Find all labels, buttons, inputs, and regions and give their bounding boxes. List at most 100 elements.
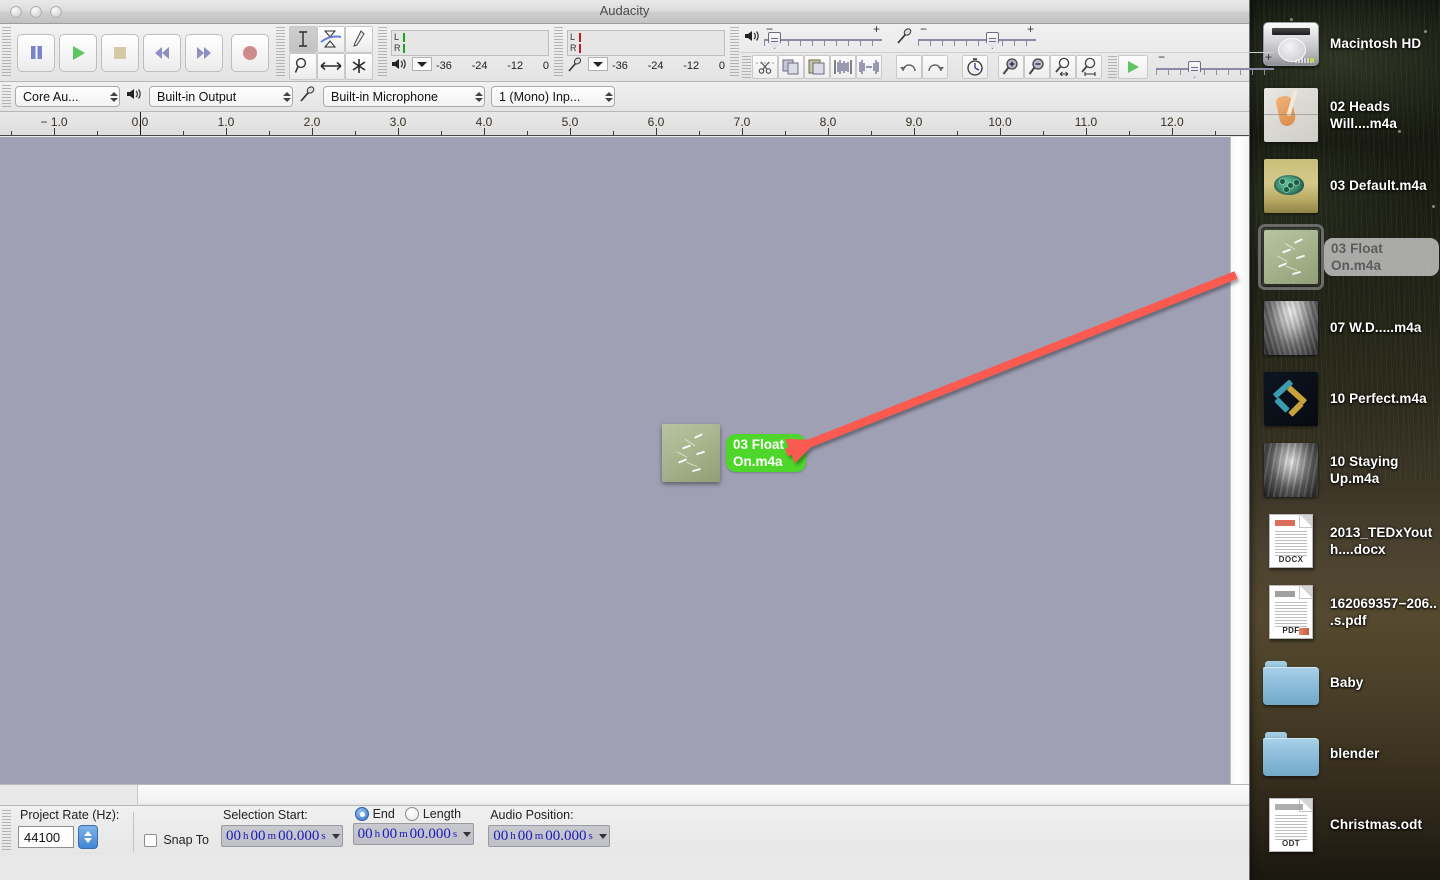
output-device-select[interactable]: Built-in Output [149, 86, 293, 107]
snap-to-checkbox[interactable] [144, 833, 158, 847]
desktop-icon-10-perfect[interactable]: 10 Perfect.m4a [1258, 363, 1440, 434]
dragged-file-artwork-icon [662, 424, 720, 482]
audio-host-select[interactable]: Core Au... [15, 86, 120, 107]
ruler-minor-tick [1215, 131, 1216, 135]
end-radio[interactable] [354, 807, 369, 821]
play-button[interactable] [59, 33, 97, 72]
ruler-minor-tick [613, 131, 614, 135]
desktop-icon-03-default[interactable]: 03 Default.m4a [1258, 150, 1440, 221]
output-volume-slider[interactable]: − + [764, 22, 882, 51]
multi-tool-button[interactable] [345, 52, 373, 80]
copy-button[interactable] [778, 55, 804, 79]
audio-position-label: Audio Position: [490, 808, 574, 822]
selection-tool-button[interactable] [289, 25, 317, 53]
desktop-icon-2013-tedxyouth-docx[interactable]: DOCX 2013_TEDxYouth....docx [1258, 505, 1440, 576]
paste-button[interactable] [804, 55, 830, 79]
input-meter-menu-button[interactable] [588, 57, 608, 74]
zoom-out-button[interactable] [1024, 55, 1050, 79]
skip-to-start-button[interactable] [143, 33, 181, 72]
desktop-icon-07-wd[interactable]: 07 W.D.....m4a [1258, 292, 1440, 363]
audio-artwork-icon [1258, 223, 1324, 290]
selection-start-time-field[interactable]: 00 h 00 m 00.000 s [221, 825, 343, 847]
input-channels-select[interactable]: 1 (Mono) Inp... [491, 86, 615, 107]
skip-to-end-button[interactable] [185, 33, 223, 72]
length-radio[interactable] [404, 807, 419, 821]
input-channels-value: 1 (Mono) Inp... [499, 89, 581, 104]
ruler-major-tick [1172, 128, 1173, 135]
mixer-toolbar-grip[interactable] [730, 27, 739, 78]
play-speed-slider[interactable]: − + [1156, 50, 1274, 79]
timeline-ruler[interactable]: − 1.0 0.0 1.0 2.0 3.0 4.0 5.0 6.0 7.0 8.… [0, 112, 1249, 136]
track-panel-empty-area[interactable] [0, 137, 1231, 784]
chevron-down-icon[interactable] [463, 831, 472, 837]
selection-toolbar-grip[interactable] [2, 810, 11, 852]
chevron-down-icon[interactable] [331, 833, 340, 839]
trim-audio-button[interactable] [830, 55, 856, 79]
pause-button[interactable] [17, 33, 55, 72]
desktop-icon-03-float-on[interactable]: 03 Float On.m4a [1258, 221, 1440, 292]
window-titlebar[interactable]: Audacity [0, 0, 1249, 24]
length-label: Length [422, 807, 462, 821]
input-meter-toolbar-grip[interactable] [554, 27, 563, 78]
ruler-major-tick [54, 128, 55, 135]
ruler-major-tick [226, 128, 227, 135]
cut-button[interactable] [752, 55, 778, 79]
fit-project-button[interactable] [1076, 55, 1102, 79]
slider-minus-label: − [766, 22, 774, 36]
selection-toolbar: Project Rate (Hz): 44100 Snap To Selecti… [0, 805, 1249, 855]
desktop-icon-02-heads-will[interactable]: 02 Heads Will....m4a [1258, 79, 1440, 150]
audio-artwork-icon [1262, 86, 1320, 144]
ruler-minor-tick [441, 131, 442, 135]
sync-lock-button[interactable] [962, 55, 988, 79]
ruler-minor-tick [957, 131, 958, 135]
input-meter[interactable]: L R -36 -24 -12 0 [567, 29, 725, 76]
minutes-unit: m [267, 830, 277, 842]
meter-toolbar-grip[interactable] [378, 27, 387, 78]
chevron-down-icon[interactable] [598, 833, 607, 839]
stop-button[interactable] [101, 33, 139, 72]
play-at-speed-grip[interactable] [1108, 56, 1117, 78]
seconds-unit: s [321, 830, 326, 842]
ruler-label: 8.0 [819, 115, 837, 129]
zoom-in-button[interactable] [998, 55, 1024, 79]
desktop-icon-label: Baby [1330, 675, 1364, 690]
record-button[interactable] [231, 33, 269, 72]
meter-scale-tick: 0 [718, 59, 725, 72]
snap-to-control[interactable]: Snap To [144, 833, 209, 847]
output-meter-menu-button[interactable] [412, 57, 432, 74]
draw-tool-button[interactable] [345, 25, 373, 53]
edit-toolbar-grip[interactable] [742, 56, 751, 78]
meter-scale-tick: -36 [612, 59, 628, 72]
folder-icon [1262, 654, 1320, 712]
undo-button[interactable] [896, 55, 922, 79]
desktop-icon-162069357-pdf[interactable]: PDF 162069357−206...s.pdf [1258, 576, 1440, 647]
time-shift-tool-button[interactable] [317, 52, 345, 80]
transport-toolbar-grip[interactable] [2, 27, 11, 78]
desktop-icon-folder-baby[interactable]: Baby [1258, 647, 1440, 718]
fit-selection-button[interactable] [1050, 55, 1076, 79]
envelope-tool-button[interactable] [317, 25, 345, 53]
vertical-scrollbar[interactable] [1230, 137, 1249, 784]
tools-toolbar-grip[interactable] [276, 27, 285, 78]
desktop-icon-folder-blender[interactable]: blender [1258, 718, 1440, 789]
dragged-file-label: 03 Float On.m4a [726, 434, 806, 472]
desktop-icon-christmas-odt[interactable]: ODT Christmas.odt [1258, 789, 1440, 860]
horizontal-scrollbar[interactable] [0, 784, 1249, 804]
silence-audio-button[interactable] [856, 55, 882, 79]
ruler-label: 6.0 [647, 115, 665, 129]
desktop-icon-list: Macintosh HD 02 Heads Will....m4a 03 Def… [1258, 8, 1440, 880]
zoom-tool-button[interactable] [289, 52, 317, 80]
desktop-icon-10-staying-up[interactable]: 10 Staying Up.m4a [1258, 434, 1440, 505]
dragged-file-ghost[interactable]: 03 Float On.m4a [662, 424, 806, 482]
project-rate-input[interactable]: 44100 [18, 826, 74, 848]
selection-end-time-field[interactable]: 00 h 00 m 00.000 s [352, 823, 475, 845]
device-toolbar-grip[interactable] [2, 85, 11, 108]
input-volume-slider[interactable]: − + [918, 22, 1036, 51]
audio-position-time-field[interactable]: 00 h 00 m 00.000 s [488, 825, 610, 847]
desktop-icon-macintosh-hd[interactable]: Macintosh HD [1258, 8, 1440, 79]
play-at-speed-button[interactable] [1118, 55, 1148, 79]
output-meter[interactable]: L R -36 -24 -12 0 [391, 29, 549, 76]
redo-button[interactable] [922, 55, 948, 79]
input-device-select[interactable]: Built-in Microphone [323, 86, 485, 107]
project-rate-stepper[interactable] [78, 825, 98, 849]
